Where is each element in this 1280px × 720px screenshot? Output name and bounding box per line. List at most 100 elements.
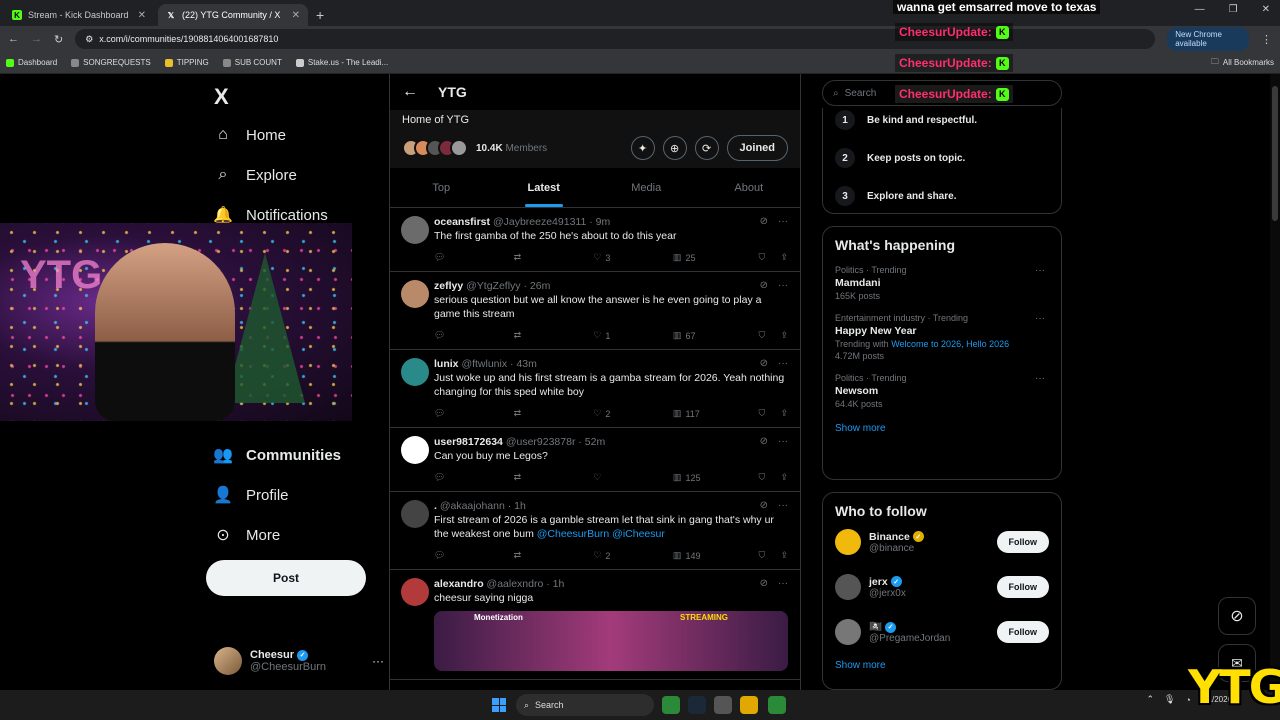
like-button[interactable]: ♡ 3: [593, 252, 673, 263]
back-arrow-icon[interactable]: ←: [402, 83, 418, 101]
share-button[interactable]: ⇪: [780, 550, 788, 561]
taskbar-search[interactable]: ⌕ Search: [516, 694, 654, 716]
app-icon[interactable]: [714, 696, 732, 714]
file-explorer-icon[interactable]: [740, 696, 758, 714]
chrome-icon[interactable]: [768, 696, 786, 714]
more-options-icon[interactable]: ···: [778, 216, 788, 227]
post[interactable]: . @akaajohann · 1h ⊘ ··· First stream of …: [390, 492, 800, 570]
views-button[interactable]: ▥ 125: [673, 472, 759, 483]
follow-suggestion[interactable]: jerx ✓ @jerx0x Follow: [835, 565, 1049, 609]
steam-icon[interactable]: [688, 696, 706, 714]
scrollbar[interactable]: [1270, 74, 1280, 690]
bookmark-button[interactable]: ⛉: [759, 550, 781, 561]
reply-button[interactable]: 💬︎: [434, 472, 514, 483]
views-button[interactable]: ▥ 117: [673, 408, 759, 419]
post-author-name[interactable]: lunix: [434, 358, 459, 370]
nav-communities[interactable]: 👥 Communities: [213, 446, 341, 465]
post[interactable]: alexandro @aalexndro · 1h ⊘ ··· cheesur s…: [390, 570, 800, 680]
avatar[interactable]: [835, 619, 861, 645]
grok-icon[interactable]: ✦: [630, 136, 655, 160]
grok-icon[interactable]: ⊘: [760, 500, 768, 511]
nav-notifications[interactable]: 🔔 Notifications: [213, 206, 328, 225]
follow-button[interactable]: Follow: [996, 576, 1049, 598]
repost-button[interactable]: ⇄: [514, 408, 594, 419]
close-icon[interactable]: ✕: [292, 10, 300, 21]
share-button[interactable]: ⇪: [780, 472, 788, 483]
reply-button[interactable]: 💬︎: [434, 330, 514, 341]
avatar[interactable]: [835, 529, 861, 555]
tab-top[interactable]: Top: [390, 168, 493, 207]
post-author-name[interactable]: .: [434, 500, 437, 512]
more-options-icon[interactable]: ···: [1035, 313, 1045, 324]
avatar[interactable]: [835, 574, 861, 600]
reply-button[interactable]: 💬︎: [434, 550, 514, 561]
site-info-icon[interactable]: ⚙: [85, 34, 93, 45]
avatar[interactable]: [401, 280, 429, 308]
reply-button[interactable]: 💬︎: [434, 252, 514, 263]
grok-icon[interactable]: ⊘: [760, 216, 768, 227]
views-button[interactable]: ▥ 149: [673, 550, 759, 561]
more-options-icon[interactable]: ···: [372, 654, 384, 668]
post-time[interactable]: 9m: [596, 216, 611, 228]
post-author-handle[interactable]: @ftwlunix: [461, 358, 507, 370]
post-author-handle[interactable]: @Jaybreeze491311: [493, 216, 586, 228]
like-button[interactable]: ♡ 1: [593, 330, 673, 341]
joined-button[interactable]: Joined: [726, 135, 788, 161]
bookmark-button[interactable]: ⛉: [759, 408, 781, 419]
nav-profile[interactable]: 👤 Profile: [213, 486, 288, 505]
bookmark-dashboard[interactable]: Dashboard: [6, 58, 57, 67]
repost-button[interactable]: ⇄: [514, 252, 594, 263]
repost-button[interactable]: ⇄: [514, 550, 594, 561]
invite-icon[interactable]: ⊕: [662, 136, 687, 160]
share-icon[interactable]: ⟳: [694, 136, 719, 160]
all-bookmarks-button[interactable]: 🗀 All Bookmarks: [1211, 56, 1274, 70]
avatar[interactable]: [401, 500, 429, 528]
more-options-icon[interactable]: ···: [778, 500, 788, 511]
views-button[interactable]: ▥ 25: [673, 252, 759, 263]
post-author-name[interactable]: oceansfirst: [434, 216, 490, 228]
grok-icon[interactable]: ⊘: [760, 436, 768, 447]
trend-item[interactable]: Politics · Trending Newsom 64.4K posts ·…: [835, 373, 1049, 409]
more-options-icon[interactable]: ···: [778, 578, 788, 589]
back-icon[interactable]: ←: [8, 33, 19, 45]
tab-media[interactable]: Media: [595, 168, 698, 207]
show-more-link[interactable]: Show more: [835, 660, 1049, 671]
views-button[interactable]: ▥ 67: [673, 330, 759, 341]
minimize-icon[interactable]: —: [1195, 4, 1205, 15]
like-button[interactable]: ♡ 2: [593, 550, 673, 561]
chrome-menu-icon[interactable]: ⋮: [1261, 33, 1272, 46]
show-more-link[interactable]: Show more: [835, 423, 1049, 434]
reply-button[interactable]: 💬︎: [434, 408, 514, 419]
grok-icon[interactable]: ⊘: [760, 280, 768, 291]
bookmark-sub-count[interactable]: SUB COUNT: [222, 58, 282, 67]
avatar[interactable]: [401, 578, 429, 606]
member-avatars[interactable]: [402, 139, 468, 157]
repost-button[interactable]: ⇄: [514, 330, 594, 341]
grok-icon[interactable]: ⊘: [760, 358, 768, 369]
avatar[interactable]: [401, 436, 429, 464]
bookmark-stake[interactable]: Stake.us - The Leadi...: [295, 58, 388, 67]
nav-home[interactable]: ⌂ Home: [214, 126, 286, 144]
post-time[interactable]: 52m: [585, 436, 605, 448]
browser-tab-kick[interactable]: K Stream - Kick Dashboard ✕: [4, 4, 154, 26]
post-author-name[interactable]: alexandro: [434, 578, 484, 590]
nav-more[interactable]: ⊙ More: [214, 526, 280, 545]
bookmark-button[interactable]: ⛉: [759, 252, 781, 263]
post-author-handle[interactable]: @akaajohann: [440, 500, 505, 512]
tab-about[interactable]: About: [698, 168, 801, 207]
mention-links[interactable]: @CheesurBurn @iCheesur: [537, 528, 665, 540]
grok-icon[interactable]: ⊘: [760, 578, 768, 589]
account-switcher[interactable]: Cheesur ✓ @CheesurBurn ···: [214, 644, 384, 678]
post-media[interactable]: Monetization STREAMING: [434, 611, 788, 671]
post[interactable]: user98172634 @user923878r · 52m ⊘ ··· Can…: [390, 428, 800, 492]
post-author-handle[interactable]: @YtgZeflyy: [466, 280, 520, 292]
bookmark-button[interactable]: ⛉: [759, 472, 781, 483]
post-time[interactable]: 43m: [516, 358, 536, 370]
more-options-icon[interactable]: ···: [1035, 265, 1045, 276]
windows-start-icon[interactable]: [492, 698, 506, 712]
post-button[interactable]: Post: [206, 560, 366, 596]
follow-suggestion[interactable]: Binance ✓ @binance Follow: [835, 520, 1049, 564]
share-button[interactable]: ⇪: [780, 408, 788, 419]
trend-item[interactable]: Politics · Trending Mamdani 165K posts ·…: [835, 265, 1049, 301]
chevron-up-icon[interactable]: ⌃: [1146, 694, 1154, 705]
